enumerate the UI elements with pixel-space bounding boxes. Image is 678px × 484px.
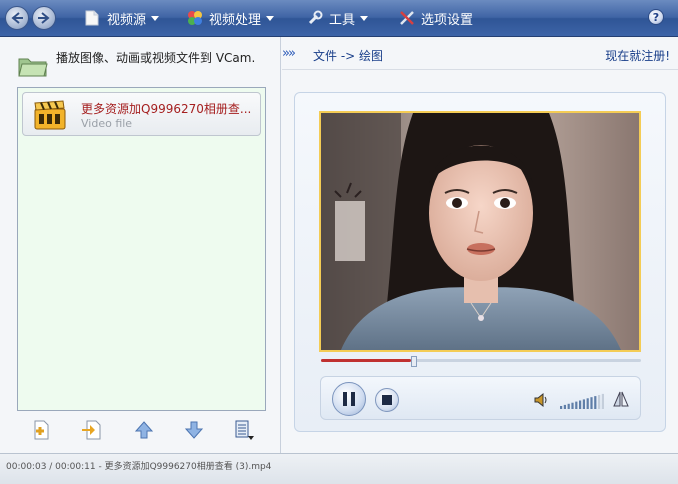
seek-fill (321, 359, 411, 362)
wrench-icon (307, 10, 323, 26)
left-panel: 播放图像、动画或视频文件到 VCam. 更多资源加Q9996270相册查... … (0, 37, 281, 453)
film-clapper-icon (34, 100, 66, 130)
volume-bar (579, 400, 582, 409)
chevron-down-icon (360, 15, 369, 21)
help-icon[interactable]: ? (648, 9, 664, 25)
forward-button[interactable] (32, 6, 56, 30)
volume-bar (575, 401, 578, 409)
pause-icon (343, 392, 355, 406)
file-list-toolbar (17, 419, 266, 441)
breadcrumb: »» 文件 -> 绘图 现在就注册! (282, 44, 678, 66)
document-icon (85, 10, 101, 26)
menu-video-processing[interactable]: 视频处理 (187, 9, 275, 28)
playback-controls (320, 376, 641, 420)
left-panel-header-text: 播放图像、动画或视频文件到 VCam. (56, 51, 256, 65)
breadcrumb-arrows-icon: »» (282, 46, 296, 61)
status-bar: 00:00:03 / 00:00:11 - 更多资源加Q9996270相册查看 … (0, 453, 678, 484)
color-palette-icon (187, 10, 203, 26)
volume-bar (586, 398, 589, 409)
volume-bar (563, 404, 566, 409)
menu-video-source-label: 视频源 (107, 12, 147, 28)
divider (282, 69, 678, 70)
volume-bar (567, 403, 570, 409)
seek-thumb[interactable] (410, 356, 417, 367)
menu-tools-label: 工具 (329, 12, 356, 28)
stop-icon (382, 395, 392, 405)
chevron-down-icon (266, 15, 275, 21)
seek-bar[interactable] (321, 356, 641, 367)
list-item[interactable]: 更多资源加Q9996270相册查... Video file (22, 92, 261, 136)
forward-arrow-icon (38, 12, 50, 24)
menu-video-processing-label: 视频处理 (209, 12, 262, 28)
file-list[interactable]: 更多资源加Q9996270相册查... Video file (17, 87, 266, 411)
back-arrow-icon (11, 12, 23, 24)
menu-tools[interactable]: 工具 (307, 9, 369, 28)
volume-slider[interactable] (560, 392, 606, 410)
volume-bar (598, 395, 601, 409)
volume-bar (594, 396, 597, 409)
video-preview[interactable] (319, 111, 641, 352)
pause-button[interactable] (332, 382, 366, 416)
insert-file-icon[interactable] (81, 419, 103, 441)
flip-icon[interactable] (612, 390, 630, 408)
list-menu-icon[interactable] (233, 419, 255, 441)
move-down-icon[interactable] (183, 419, 205, 441)
move-up-icon[interactable] (133, 419, 155, 441)
stop-button[interactable] (375, 388, 399, 412)
volume-bar (601, 393, 604, 409)
register-link[interactable]: 现在就注册! (605, 47, 670, 64)
volume-bar (560, 406, 563, 409)
volume-bar (582, 399, 585, 409)
tools-icon (399, 10, 415, 26)
breadcrumb-text[interactable]: 文件 -> 绘图 (313, 47, 383, 64)
chevron-down-icon (151, 15, 160, 21)
video-frame-image (321, 113, 639, 350)
menu-options[interactable]: 选项设置 (399, 9, 474, 28)
volume-bar (590, 397, 593, 409)
file-title: 更多资源加Q9996270相册查... (81, 102, 252, 116)
main-toolbar: 视频源 视频处理 工具 选项设置 ? (0, 0, 678, 37)
folder-icon (18, 58, 48, 77)
volume-bar (571, 402, 574, 409)
file-type: Video file (81, 117, 133, 130)
menu-video-source[interactable]: 视频源 (85, 9, 160, 28)
left-panel-header: 播放图像、动画或视频文件到 VCam. (18, 45, 278, 81)
speaker-icon[interactable] (533, 392, 549, 408)
back-button[interactable] (5, 6, 29, 30)
add-file-icon[interactable] (31, 419, 53, 441)
status-text: 00:00:03 / 00:00:11 - 更多资源加Q9996270相册查看 … (6, 462, 272, 472)
menu-options-label: 选项设置 (421, 12, 474, 28)
